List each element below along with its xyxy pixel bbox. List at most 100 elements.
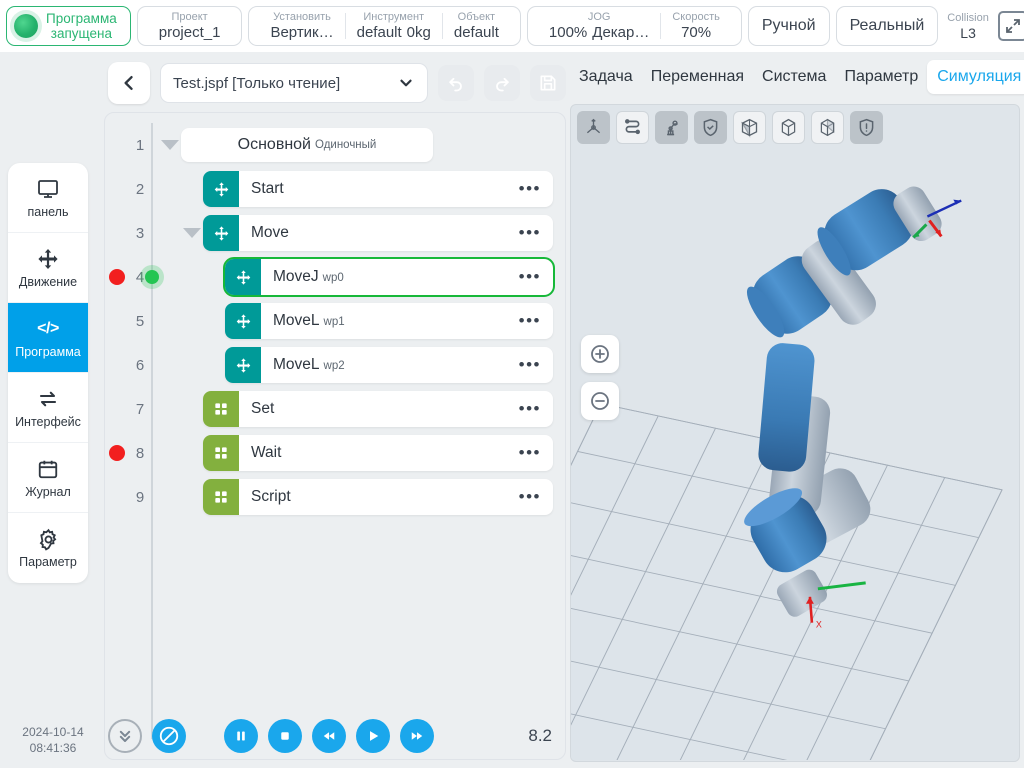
sidebar-item-movement[interactable]: Движение bbox=[8, 233, 88, 303]
expand-collapse-caret-icon[interactable] bbox=[159, 140, 181, 150]
program-node[interactable]: Move ••• bbox=[203, 215, 553, 251]
program-row[interactable]: 7 Set ••• bbox=[105, 389, 553, 429]
real-mode-button[interactable]: Реальный bbox=[835, 6, 939, 46]
fullscreen-toggle-icon[interactable] bbox=[997, 11, 1024, 41]
row-number: 7 bbox=[135, 400, 145, 418]
transport-controls bbox=[224, 719, 434, 753]
program-row[interactable]: 1 Основной Одиночный bbox=[105, 125, 553, 165]
manual-mode-button[interactable]: Ручной bbox=[747, 6, 830, 46]
trajectory-path-button[interactable] bbox=[616, 111, 649, 144]
move-arrows-icon bbox=[36, 247, 60, 271]
pause-button[interactable] bbox=[224, 719, 258, 753]
program-file-select[interactable]: Test.jspf [Только чтение] bbox=[160, 63, 428, 103]
collision-value: L3 bbox=[960, 24, 976, 41]
back-button[interactable] bbox=[108, 62, 150, 104]
project-label: Проект bbox=[171, 10, 208, 23]
program-row[interactable]: 5 MoveL wp1 ••• bbox=[105, 301, 553, 341]
row-number: 2 bbox=[135, 180, 145, 198]
program-node[interactable]: Основной Одиночный bbox=[181, 128, 433, 162]
node-label: Set bbox=[251, 400, 275, 417]
program-node[interactable]: MoveL wp2 ••• bbox=[225, 347, 553, 383]
save-button[interactable] bbox=[530, 65, 566, 101]
play-button[interactable] bbox=[356, 719, 390, 753]
program-tree: 1 Основной Одиночный 2 Start ••• 3 Move ••• 4 Move… bbox=[104, 112, 566, 760]
program-row[interactable]: 8 Wait ••• bbox=[105, 433, 553, 473]
node-waypoint-label: wp0 bbox=[322, 272, 344, 284]
program-row[interactable]: 2 Start ••• bbox=[105, 169, 553, 209]
collapse-button[interactable] bbox=[108, 719, 142, 753]
install-tool-object-pill[interactable]: Установить Вертик… Инструмент default 0k… bbox=[248, 6, 521, 46]
program-node[interactable]: Set ••• bbox=[203, 391, 553, 427]
fast-forward-icon bbox=[411, 732, 423, 740]
redo-button[interactable] bbox=[484, 65, 520, 101]
sidebar-item-parameter[interactable]: Параметр bbox=[8, 513, 88, 583]
jog-label: JOG bbox=[587, 10, 611, 23]
jog-mode: Декар… bbox=[592, 23, 650, 41]
sidebar-item-journal[interactable]: Журнал bbox=[8, 443, 88, 513]
zoom-out-button[interactable] bbox=[581, 382, 619, 420]
tab-4[interactable]: Параметр bbox=[835, 68, 927, 86]
sidebar-item-label: Параметр bbox=[19, 555, 77, 569]
program-status-pill[interactable]: Программа запущена bbox=[6, 6, 131, 46]
node-label-wrap: MoveL wp1 bbox=[261, 312, 519, 330]
row-menu-button[interactable]: ••• bbox=[519, 268, 553, 285]
row-number: 8 bbox=[135, 444, 145, 462]
row-menu-button[interactable]: ••• bbox=[519, 224, 553, 241]
top-status-bar: Программа запущена Проект project_1 Уста… bbox=[0, 0, 1024, 52]
axis-x-label: X bbox=[816, 620, 822, 630]
node-label: MoveL bbox=[273, 312, 320, 329]
program-panel: Test.jspf [Только чтение] 1 Основной Одино… bbox=[104, 58, 566, 760]
disable-breakpoints-button[interactable] bbox=[152, 719, 186, 753]
program-row[interactable]: 4 MoveJ wp0 ••• bbox=[105, 257, 555, 297]
tab-3[interactable]: Система bbox=[753, 68, 835, 86]
breakpoint-marker[interactable] bbox=[109, 445, 125, 461]
sidebar-item-interface[interactable]: Интерфейс bbox=[8, 373, 88, 443]
program-node[interactable]: Start ••• bbox=[203, 171, 553, 207]
simulation-viewport[interactable]: X bbox=[570, 104, 1020, 762]
program-row[interactable]: 9 Script ••• bbox=[105, 477, 553, 517]
expand-collapse-caret-icon[interactable] bbox=[181, 228, 203, 238]
program-file-name: Test.jspf [Только чтение] bbox=[173, 74, 341, 92]
node-label-wrap: MoveJ wp0 bbox=[261, 268, 519, 286]
zoom-in-button[interactable] bbox=[581, 335, 619, 373]
sidebar-item-program[interactable]: </> Программа bbox=[8, 303, 88, 373]
breakpoint-marker[interactable] bbox=[109, 269, 125, 285]
row-menu-button[interactable]: ••• bbox=[519, 180, 553, 197]
program-node[interactable]: Wait ••• bbox=[203, 435, 553, 471]
row-menu-button[interactable]: ••• bbox=[519, 488, 553, 505]
jog-speed-pill[interactable]: JOG 100% Декар… Скорость 70% bbox=[526, 6, 742, 46]
axis-tripod-button[interactable] bbox=[577, 111, 610, 144]
tab-1[interactable]: Задача bbox=[570, 68, 642, 86]
collision-label: Collision bbox=[947, 11, 989, 24]
project-pill[interactable]: Проект project_1 bbox=[136, 6, 243, 46]
node-label: Move bbox=[251, 224, 289, 241]
cube-filled-button[interactable] bbox=[733, 111, 766, 144]
program-node[interactable]: Script ••• bbox=[203, 479, 553, 515]
program-node[interactable]: MoveL wp1 ••• bbox=[225, 303, 553, 339]
playback-bar: 8.2 bbox=[104, 710, 566, 762]
row-menu-button[interactable]: ••• bbox=[519, 400, 553, 417]
program-row[interactable]: 6 MoveL wp2 ••• bbox=[105, 345, 553, 385]
object-field: Объект default bbox=[443, 11, 510, 42]
collision-status[interactable]: Collision L3 bbox=[944, 12, 992, 41]
program-node[interactable]: MoveJ wp0 ••• bbox=[223, 257, 555, 297]
stop-button[interactable] bbox=[268, 719, 302, 753]
undo-button[interactable] bbox=[438, 65, 474, 101]
shield-check-button[interactable] bbox=[694, 111, 727, 144]
sidebar-item-panel[interactable]: панель bbox=[8, 163, 88, 233]
program-row[interactable]: 3 Move ••• bbox=[105, 213, 553, 253]
tab-2[interactable]: Переменная bbox=[642, 68, 753, 86]
row-menu-button[interactable]: ••• bbox=[519, 312, 553, 329]
node-label-wrap: Start bbox=[239, 180, 519, 198]
cube-wireframe-button[interactable] bbox=[772, 111, 805, 144]
row-menu-button[interactable]: ••• bbox=[519, 356, 553, 373]
robot-arm-button[interactable] bbox=[655, 111, 688, 144]
program-toolbar: Test.jspf [Только чтение] bbox=[104, 58, 566, 108]
row-menu-button[interactable]: ••• bbox=[519, 444, 553, 461]
step-forward-button[interactable] bbox=[400, 719, 434, 753]
cube-shaded-button[interactable] bbox=[811, 111, 844, 144]
step-back-button[interactable] bbox=[312, 719, 346, 753]
chevron-down-icon bbox=[400, 79, 412, 87]
shield-alert-button[interactable] bbox=[850, 111, 883, 144]
tab-5[interactable]: Симуляция bbox=[927, 60, 1024, 94]
